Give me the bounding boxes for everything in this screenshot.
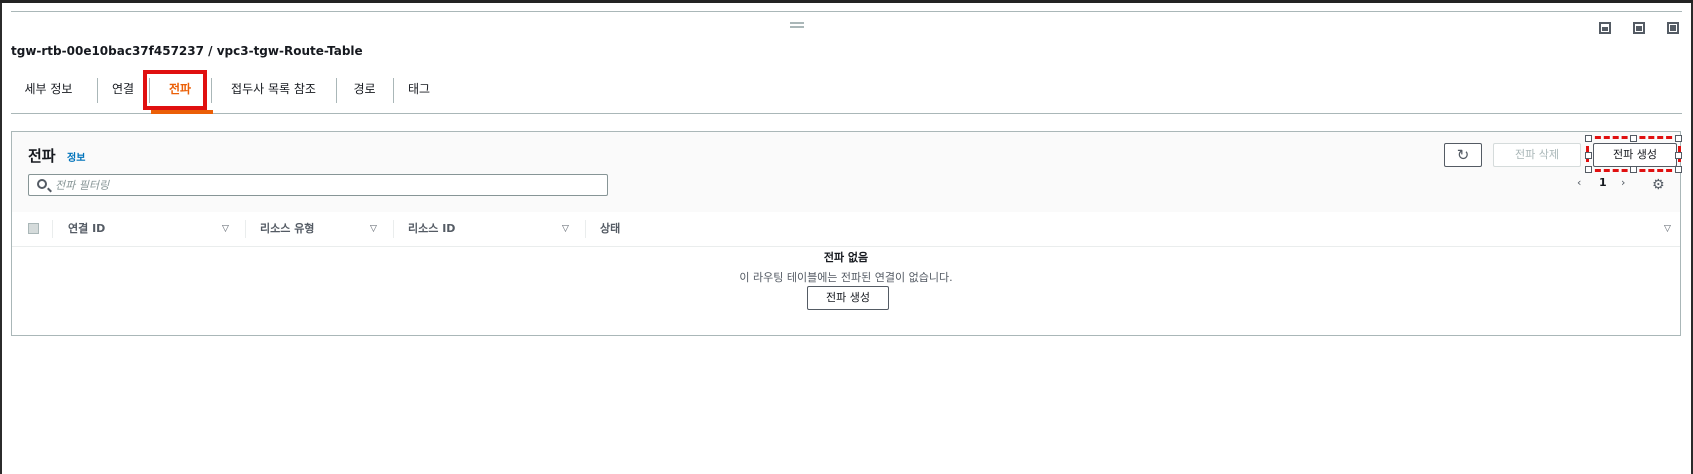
tab-attachments[interactable]: 연결 — [97, 72, 149, 106]
panel-layout-controls — [1599, 22, 1679, 34]
column-header-state[interactable]: 상태 — [600, 212, 620, 246]
search-icon — [37, 179, 47, 189]
panel-full-icon[interactable] — [1667, 22, 1679, 34]
refresh-icon: ↻ — [1456, 146, 1470, 164]
column-separator — [245, 220, 246, 238]
highlight-box-tab — [143, 70, 207, 110]
column-separator — [52, 220, 53, 238]
tab-details[interactable]: 세부 정보 — [11, 72, 86, 106]
table-header: 연결 ID ▽ 리소스 유형 ▽ 리소스 ID ▽ 상태 ▽ — [12, 212, 1680, 247]
tab-routes[interactable]: 경로 — [336, 72, 393, 106]
top-border — [0, 0, 1693, 3]
filter-field[interactable] — [28, 174, 608, 196]
column-header-attachment-id[interactable]: 연결 ID — [68, 212, 105, 246]
info-link[interactable]: 정보 — [67, 149, 85, 164]
sort-icon[interactable]: ▽ — [562, 212, 569, 246]
create-propagation-empty-button[interactable]: 전파 생성 — [807, 286, 889, 310]
highlight-box-create — [1585, 135, 1682, 173]
settings-gear-icon[interactable]: ⚙ — [1652, 177, 1665, 193]
next-page-icon[interactable]: › — [1621, 176, 1625, 189]
propagations-container: 전파 정보 ↻ 전파 삭제 전파 생성 ‹ 1 › ⚙ 연결 ID — [11, 131, 1682, 336]
left-border — [0, 3, 2, 474]
empty-state-description: 이 라우팅 테이블에는 전파된 연결이 없습니다. — [739, 271, 953, 284]
sort-icon[interactable]: ▽ — [1664, 212, 1671, 246]
resize-handle-icon[interactable] — [790, 22, 804, 28]
column-separator — [585, 220, 586, 238]
column-separator — [393, 220, 394, 238]
page-title: tgw-rtb-00e10bac37f457237 / vpc3-tgw-Rou… — [11, 44, 363, 58]
column-header-resource-id[interactable]: 리소스 ID — [408, 212, 455, 246]
sort-icon[interactable]: ▽ — [222, 212, 229, 246]
delete-propagation-button[interactable]: 전파 삭제 — [1493, 143, 1581, 167]
panel-divider — [11, 11, 1682, 12]
tab-prefix-list-references[interactable]: 접두사 목록 참조 — [211, 72, 336, 106]
panel-split-icon[interactable] — [1633, 22, 1645, 34]
empty-state-title: 전파 없음 — [823, 251, 869, 264]
filter-input[interactable] — [55, 175, 595, 195]
container-title: 전파 — [28, 147, 56, 165]
previous-page-icon[interactable]: ‹ — [1577, 176, 1581, 189]
column-header-resource-type[interactable]: 리소스 유형 — [260, 212, 314, 246]
panel-bottom-icon[interactable] — [1599, 22, 1611, 34]
active-tab-indicator — [151, 110, 213, 114]
refresh-button[interactable]: ↻ — [1444, 143, 1482, 167]
tab-bar: 세부 정보 연결 전파 접두사 목록 참조 경로 태그 — [11, 72, 1682, 114]
tab-tags[interactable]: 태그 — [393, 72, 445, 106]
sort-icon[interactable]: ▽ — [370, 212, 377, 246]
page-number[interactable]: 1 — [1599, 176, 1607, 189]
select-all-checkbox[interactable] — [28, 223, 39, 234]
container-header: 전파 정보 ↻ 전파 삭제 전파 생성 ‹ 1 › ⚙ — [12, 132, 1682, 213]
